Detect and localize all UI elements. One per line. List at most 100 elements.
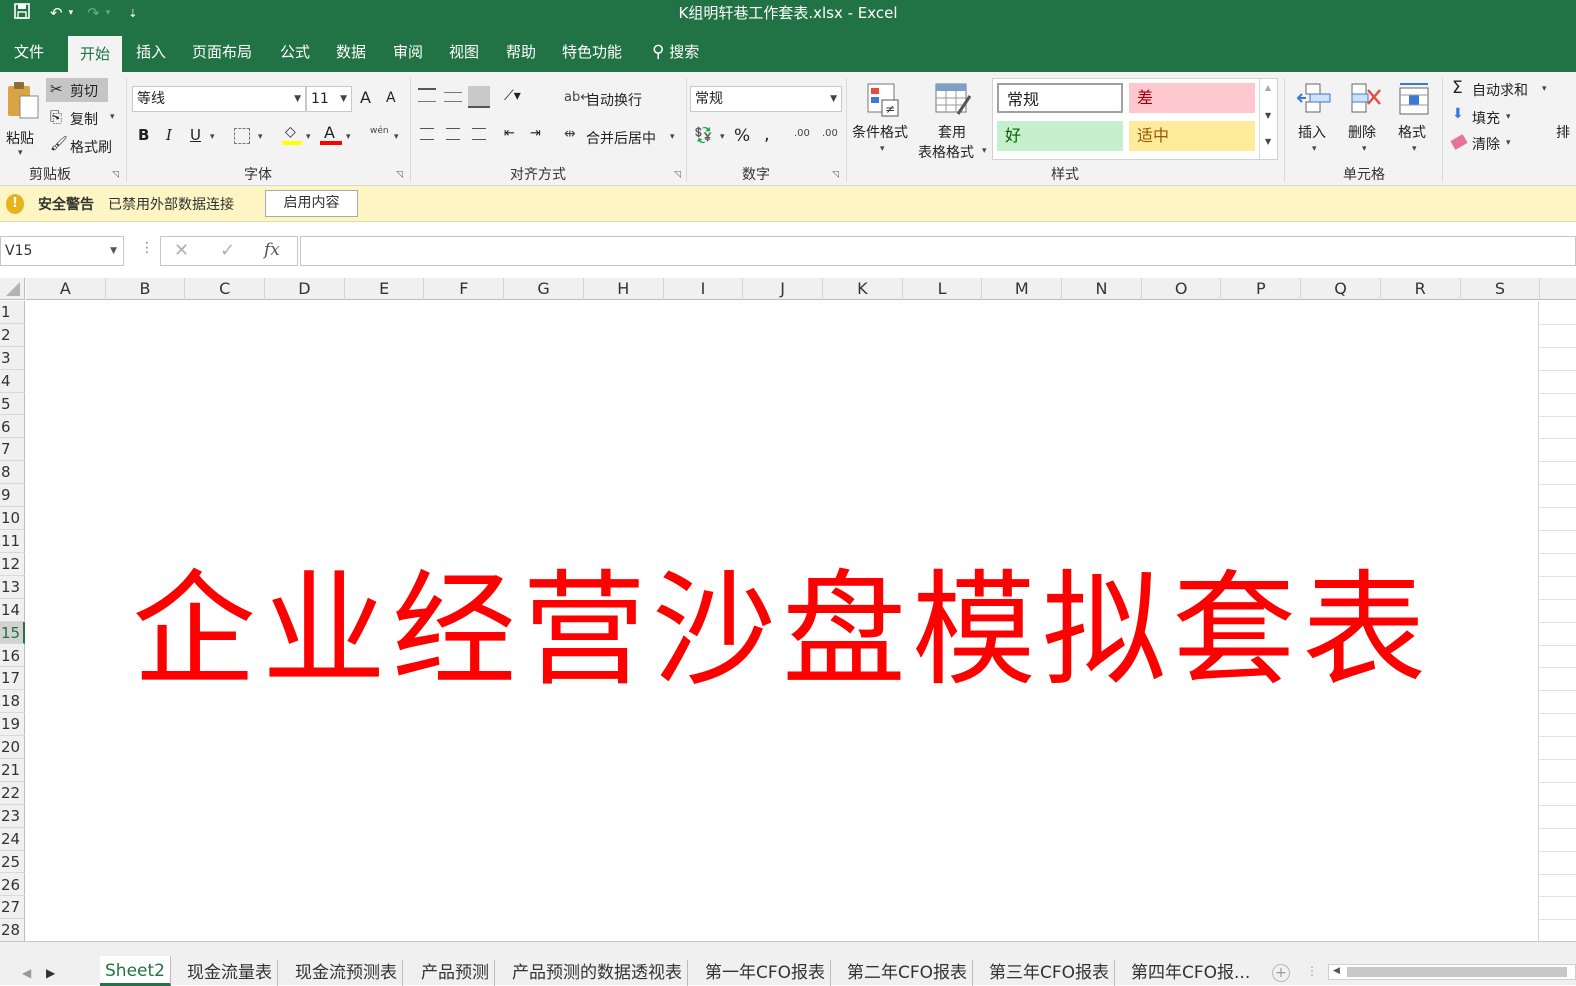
chevron-up-icon[interactable]: ▲ (1265, 83, 1271, 92)
merge-center-button[interactable]: ⇹ 合并后居中 ▾ (564, 126, 684, 148)
column-header[interactable]: I (664, 278, 744, 300)
format-cells-button[interactable]: 格式 ▾ (1394, 80, 1434, 160)
italic-button[interactable]: I (166, 126, 172, 144)
gallery-scrollbar[interactable]: ▲ ▼ ▼ (1259, 79, 1277, 159)
shrink-font-button[interactable]: A (386, 90, 396, 106)
row-header[interactable]: 16 (0, 645, 25, 668)
gallery-more-icon[interactable]: ▼ (1265, 137, 1271, 146)
currency-icon[interactable]: 💱 (694, 126, 713, 144)
tab-file[interactable]: 文件 (2, 32, 56, 72)
select-all-corner[interactable] (0, 278, 25, 300)
tab-special-features[interactable]: 特色功能 (550, 32, 634, 72)
row-header[interactable]: 14 (0, 599, 25, 622)
conditional-formatting-button[interactable]: ≠ 条件格式 ▾ (852, 82, 916, 162)
currency-dropdown-icon[interactable]: ▾ (720, 132, 725, 142)
copy-button[interactable]: ⎘ 复制 ▾ (46, 106, 122, 130)
column-header[interactable]: E (345, 278, 425, 300)
row-header[interactable]: 20 (0, 736, 25, 759)
fill-color-icon[interactable]: ◇ (282, 124, 302, 146)
style-bad[interactable]: 差 (1129, 83, 1255, 113)
row-header[interactable]: 3 (0, 347, 25, 370)
row-header[interactable]: 18 (0, 690, 25, 714)
row-header[interactable]: 28 (0, 919, 25, 943)
percent-button[interactable]: % (734, 126, 750, 146)
tab-splitter-icon[interactable]: ⋮ (1306, 964, 1318, 978)
search-box[interactable]: ⚲ 搜索 (640, 32, 711, 72)
style-normal[interactable]: 常规 (997, 83, 1123, 113)
row-header[interactable]: 4 (0, 370, 25, 393)
row-header[interactable]: 2 (0, 324, 25, 347)
sheet-tab[interactable]: 第二年CFO报表 (842, 960, 974, 986)
sheet-tab[interactable]: 现金流量表 (182, 960, 278, 986)
phonetic-dropdown-icon[interactable]: ▾ (394, 132, 399, 142)
column-header[interactable]: B (106, 278, 186, 300)
font-color-icon[interactable]: A (320, 123, 342, 146)
tab-page-layout[interactable]: 页面布局 (180, 32, 264, 72)
row-header[interactable]: 15 (0, 621, 25, 645)
paste-dropdown-icon[interactable]: ▾ (18, 148, 23, 158)
format-painter-button[interactable]: 🖌 格式刷 (46, 134, 122, 158)
font-color-dropdown-icon[interactable]: ▾ (346, 132, 351, 142)
clipboard-launcher-icon[interactable]: ◹ (112, 170, 119, 180)
borders-icon[interactable] (234, 128, 250, 144)
row-header[interactable]: 9 (0, 484, 25, 508)
chevron-down-icon[interactable]: ▼ (1265, 111, 1271, 120)
column-header[interactable]: A (26, 278, 106, 300)
cancel-icon[interactable]: ✕ (174, 240, 189, 261)
align-middle-icon[interactable] (444, 92, 462, 102)
row-header[interactable]: 26 (0, 874, 25, 897)
column-header[interactable]: G (504, 278, 584, 300)
enter-icon[interactable]: ✓ (220, 240, 235, 261)
insert-function-button[interactable]: fx (264, 240, 280, 260)
name-box[interactable]: V15 ▼ (0, 236, 124, 266)
sheet-tab[interactable]: 第四年CFO报... (1126, 960, 1262, 986)
row-header[interactable]: 23 (0, 805, 25, 828)
add-sheet-icon[interactable]: + (1272, 964, 1290, 982)
sheet-tab[interactable]: 现金流预测表 (290, 960, 403, 986)
row-header[interactable]: 5 (0, 393, 25, 416)
insert-cells-button[interactable]: 插入 ▾ (1294, 80, 1334, 160)
column-header[interactable]: R (1381, 278, 1461, 300)
underline-dropdown-icon[interactable]: ▾ (210, 132, 215, 142)
scrollbar-thumb[interactable] (1347, 967, 1567, 977)
cut-button[interactable]: ✂ 剪切 (46, 78, 108, 102)
align-right-icon[interactable] (472, 128, 486, 140)
row-header[interactable]: 25 (0, 851, 25, 874)
column-header[interactable]: L (903, 278, 983, 300)
sheet-tab[interactable]: 产品预测 (416, 960, 495, 986)
row-header[interactable]: 10 (0, 507, 25, 530)
tab-data[interactable]: 数据 (324, 32, 378, 72)
font-launcher-icon[interactable]: ◹ (396, 170, 403, 180)
column-header[interactable]: M (982, 278, 1063, 300)
align-center-icon[interactable] (446, 128, 460, 140)
sheet-tab[interactable]: 产品预测的数据透视表 (507, 960, 688, 986)
row-header[interactable]: 12 (0, 553, 25, 576)
column-header[interactable]: F (425, 278, 505, 300)
fill-button[interactable]: ⬇ 填充 ▾ (1450, 106, 1530, 128)
fill-color-dropdown-icon[interactable]: ▾ (306, 132, 311, 142)
align-bottom-icon[interactable] (468, 86, 490, 108)
phonetic-button[interactable]: wén (370, 126, 389, 136)
column-header[interactable]: Q (1301, 278, 1381, 300)
increase-decimal-button[interactable]: .00 (794, 128, 810, 139)
tab-formulas[interactable]: 公式 (268, 32, 322, 72)
scroll-left-icon[interactable]: ◀ (1333, 966, 1340, 976)
number-format-select[interactable]: 常规 ▼ (690, 86, 842, 112)
row-header[interactable]: 13 (0, 576, 25, 599)
row-header[interactable]: 6 (0, 416, 25, 439)
number-launcher-icon[interactable]: ◹ (832, 170, 839, 180)
row-header[interactable]: 19 (0, 713, 25, 737)
tab-review[interactable]: 审阅 (381, 32, 435, 72)
copy-dropdown-icon[interactable]: ▾ (110, 112, 115, 122)
style-neutral[interactable]: 适中 (1129, 121, 1255, 151)
clear-button[interactable]: 清除 ▾ (1450, 132, 1530, 154)
font-name-select[interactable]: 等线 ▼ (132, 86, 306, 112)
enable-content-button[interactable]: 启用内容 (265, 190, 358, 217)
column-header[interactable]: H (584, 278, 664, 300)
delete-cells-button[interactable]: 删除 ▾ (1344, 80, 1384, 160)
autosum-button[interactable]: Σ 自动求和 ▾ (1450, 78, 1554, 100)
paste-button[interactable]: 粘贴 ▾ (4, 80, 40, 160)
row-header[interactable]: 24 (0, 828, 25, 851)
column-header[interactable]: D (265, 278, 345, 300)
scroll-tabs-left-icon[interactable]: ◀ (22, 966, 31, 980)
